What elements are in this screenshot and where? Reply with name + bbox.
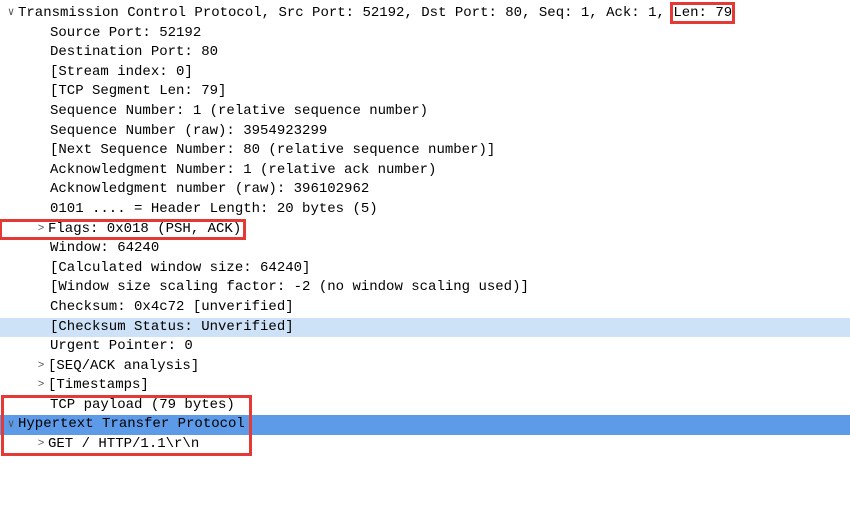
ack-rel-text: Acknowledgment Number: 1 (relative ack n… [50,161,436,181]
tcp-payload[interactable]: TCP payload (79 bytes) [0,396,850,416]
http-request-text: GET / HTTP/1.1\r\n [48,435,199,455]
tcp-hdr-len[interactable]: 0101 .... = Header Length: 20 bytes (5) [0,200,850,220]
payload-text: TCP payload (79 bytes) [50,396,235,416]
calc-window-text: [Calculated window size: 64240] [50,259,310,279]
hdr-len-text: 0101 .... = Header Length: 20 bytes (5) [50,200,378,220]
window-text: Window: 64240 [50,239,159,259]
tcp-dest-port[interactable]: Destination Port: 80 [0,43,850,63]
checksum-status-text: [Checksum Status: Unverified] [50,318,294,338]
seq-rel-text: Sequence Number: 1 (relative sequence nu… [50,102,428,122]
tcp-seq-raw[interactable]: Sequence Number (raw): 3954923299 [0,122,850,142]
tcp-stream-index[interactable]: [Stream index: 0] [0,63,850,83]
checksum-text: Checksum: 0x4c72 [unverified] [50,298,294,318]
ack-raw-text: Acknowledgment number (raw): 396102962 [50,180,369,200]
urgent-ptr-text: Urgent Pointer: 0 [50,337,193,357]
chevron-right-icon[interactable]: > [34,222,48,237]
tcp-ack-rel[interactable]: Acknowledgment Number: 1 (relative ack n… [0,161,850,181]
chevron-right-icon[interactable]: > [34,437,48,452]
tcp-checksum[interactable]: Checksum: 0x4c72 [unverified] [0,298,850,318]
tcp-timestamps[interactable]: > [Timestamps] [0,376,850,396]
next-seq-text: [Next Sequence Number: 80 (relative sequ… [50,141,495,161]
chevron-down-icon[interactable]: ∨ [4,418,18,433]
flags-text: Flags: 0x018 (PSH, ACK) [48,220,241,240]
source-port-text: Source Port: 52192 [50,24,201,44]
scale-factor-text: [Window size scaling factor: -2 (no wind… [50,278,529,298]
tcp-ack-raw[interactable]: Acknowledgment number (raw): 396102962 [0,180,850,200]
dest-port-text: Destination Port: 80 [50,43,218,63]
chevron-right-icon[interactable]: > [34,378,48,393]
stream-index-text: [Stream index: 0] [50,63,193,83]
tcp-next-seq[interactable]: [Next Sequence Number: 80 (relative sequ… [0,141,850,161]
tcp-scale-factor[interactable]: [Window size scaling factor: -2 (no wind… [0,278,850,298]
tcp-flags-row[interactable]: > Flags: 0x018 (PSH, ACK) [0,220,850,240]
chevron-right-icon[interactable]: > [34,359,48,374]
tcp-summary-row[interactable]: ∨ Transmission Control Protocol, Src Por… [0,4,850,24]
packet-details-tree[interactable]: ∨ Transmission Control Protocol, Src Por… [0,0,850,459]
tcp-seq-ack-analysis[interactable]: > [SEQ/ACK analysis] [0,357,850,377]
http-row[interactable]: ∨ Hypertext Transfer Protocol [0,415,850,435]
tcp-source-port[interactable]: Source Port: 52192 [0,24,850,44]
tcp-checksum-status[interactable]: [Checksum Status: Unverified] [0,318,850,338]
tcp-calc-window[interactable]: [Calculated window size: 64240] [0,259,850,279]
chevron-down-icon[interactable]: ∨ [4,6,18,21]
segment-len-text: [TCP Segment Len: 79] [50,82,226,102]
http-request-line[interactable]: > GET / HTTP/1.1\r\n [0,435,850,455]
tcp-urgent-ptr[interactable]: Urgent Pointer: 0 [0,337,850,357]
seq-raw-text: Sequence Number (raw): 3954923299 [50,122,327,142]
tcp-seq-rel[interactable]: Sequence Number: 1 (relative sequence nu… [0,102,850,122]
tcp-summary-text: Transmission Control Protocol, Src Port:… [18,4,732,24]
tcp-segment-len[interactable]: [TCP Segment Len: 79] [0,82,850,102]
http-header-text: Hypertext Transfer Protocol [18,415,245,435]
tcp-window[interactable]: Window: 64240 [0,239,850,259]
seq-ack-text: [SEQ/ACK analysis] [48,357,199,377]
timestamps-text: [Timestamps] [48,376,149,396]
